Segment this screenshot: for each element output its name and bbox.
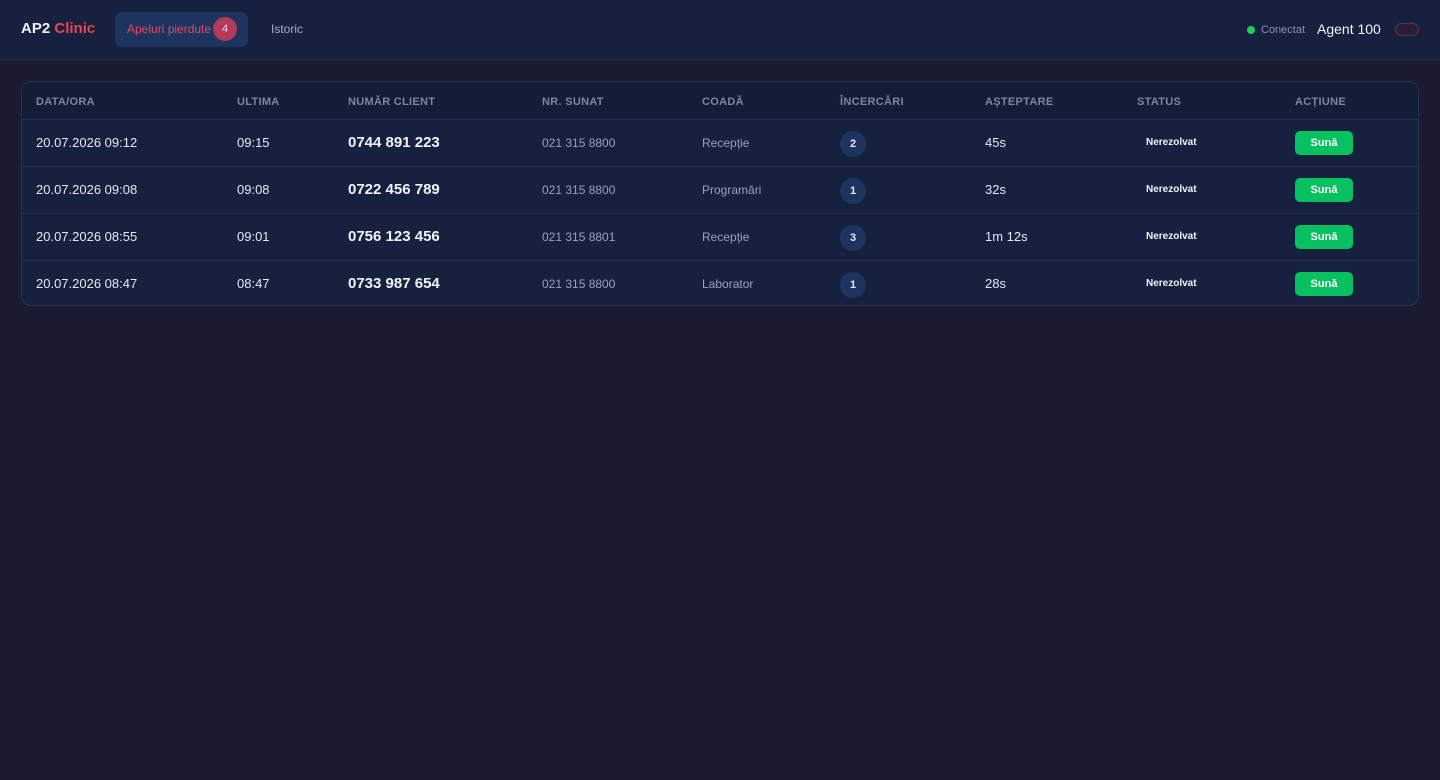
last-call-time: 09:01 xyxy=(237,229,270,244)
tab-missed-calls-label: Apeluri pierdute xyxy=(127,22,212,36)
status-badge: Nerezolvat xyxy=(1146,184,1197,195)
table-header: DATA/ORA ULTIMA NUMĂR CLIENT NR. SUNAT C… xyxy=(22,82,1418,120)
logout-button[interactable] xyxy=(1395,23,1419,36)
status-badge: Nerezolvat xyxy=(1146,231,1197,242)
call-date: 20.07.2026 08:47 xyxy=(36,276,138,291)
call-date: 20.07.2026 08:55 xyxy=(36,229,138,244)
col-action: ACȚIUNE xyxy=(1295,96,1346,108)
queue-name: Recepție xyxy=(702,230,750,244)
call-button[interactable]: Sună xyxy=(1295,272,1353,296)
client-number: 0733 987 654 xyxy=(348,275,440,292)
col-wait: AȘTEPTARE xyxy=(985,96,1054,108)
client-number: 0722 456 789 xyxy=(348,181,440,198)
col-queue: COADĂ xyxy=(702,96,744,108)
client-number: 0756 123 456 xyxy=(348,228,440,245)
connection-status-icon xyxy=(1247,26,1255,34)
tab-history[interactable]: Istoric xyxy=(271,22,303,36)
wait-time: 45s xyxy=(985,135,1006,150)
missed-calls-table: DATA/ORA ULTIMA NUMĂR CLIENT NR. SUNAT C… xyxy=(21,81,1419,306)
table-row: 20.07.2026 08:47 08:47 0733 987 654 021 … xyxy=(22,261,1418,305)
wait-time: 1m 12s xyxy=(985,229,1028,244)
agent-name: Agent 100 xyxy=(1317,21,1381,37)
queue-name: Laborator xyxy=(702,277,754,291)
wait-time: 32s xyxy=(985,182,1006,197)
attempts-badge: 3 xyxy=(840,225,866,251)
last-call-time: 09:08 xyxy=(237,182,270,197)
status-badge: Nerezolvat xyxy=(1146,137,1197,148)
col-attempts: ÎNCERCĂRI xyxy=(840,96,904,108)
app-logo: AP2 Clinic xyxy=(21,20,95,37)
brand-accent: Clinic xyxy=(54,20,96,37)
wait-time: 28s xyxy=(985,276,1006,291)
last-call-time: 09:15 xyxy=(237,135,270,150)
table-row: 20.07.2026 09:12 09:15 0744 891 223 021 … xyxy=(22,120,1418,167)
status-badge: Nerezolvat xyxy=(1146,278,1197,289)
tab-missed-calls[interactable]: Apeluri pierdute 4 xyxy=(115,12,248,47)
call-button[interactable]: Sună xyxy=(1295,131,1353,155)
queue-name: Recepție xyxy=(702,136,750,150)
dialed-number: 021 315 8800 xyxy=(542,136,616,150)
col-date: DATA/ORA xyxy=(36,96,95,108)
call-button[interactable]: Sună xyxy=(1295,225,1353,249)
table-row: 20.07.2026 09:08 09:08 0722 456 789 021 … xyxy=(22,167,1418,214)
last-call-time: 08:47 xyxy=(237,276,270,291)
attempts-badge: 2 xyxy=(840,131,866,157)
dialed-number: 021 315 8801 xyxy=(542,230,616,244)
connection-status: Conectat xyxy=(1261,24,1306,36)
table-row: 20.07.2026 08:55 09:01 0756 123 456 021 … xyxy=(22,214,1418,261)
call-date: 20.07.2026 09:12 xyxy=(36,135,138,150)
missed-count-badge: 4 xyxy=(213,17,237,41)
call-date: 20.07.2026 09:08 xyxy=(36,182,138,197)
dialed-number: 021 315 8800 xyxy=(542,183,616,197)
queue-name: Programări xyxy=(702,183,762,197)
col-dialed-number: NR. SUNAT xyxy=(542,96,604,108)
brand-name: AP2 xyxy=(21,20,51,37)
col-status: STATUS xyxy=(1137,96,1182,108)
dialed-number: 021 315 8800 xyxy=(542,277,616,291)
attempts-badge: 1 xyxy=(840,178,866,204)
col-last: ULTIMA xyxy=(237,96,280,108)
col-client-number: NUMĂR CLIENT xyxy=(348,96,436,108)
attempts-badge: 1 xyxy=(840,272,866,298)
top-bar: AP2 Clinic Apeluri pierdute 4 Istoric Co… xyxy=(0,0,1440,60)
call-button[interactable]: Sună xyxy=(1295,178,1353,202)
client-number: 0744 891 223 xyxy=(348,134,440,151)
